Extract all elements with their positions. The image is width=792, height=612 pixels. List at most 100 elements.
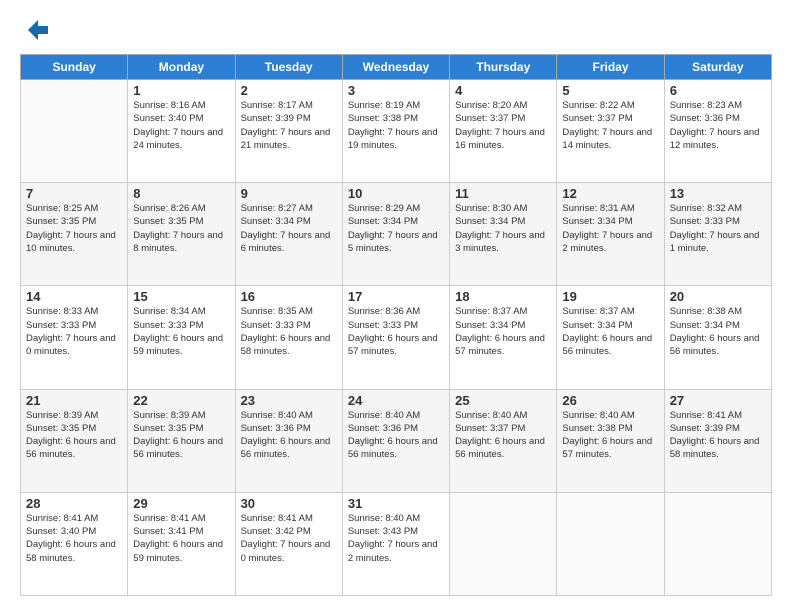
sunrise-info: Sunrise: 8:32 AM	[670, 203, 742, 214]
sunset-info: Sunset: 3:36 PM	[670, 113, 740, 124]
logo	[20, 16, 52, 44]
day-info: Sunrise: 8:27 AMSunset: 3:34 PMDaylight:…	[241, 202, 337, 255]
sunset-info: Sunset: 3:41 PM	[133, 526, 203, 537]
sunrise-info: Sunrise: 8:40 AM	[348, 410, 420, 421]
sunset-info: Sunset: 3:33 PM	[133, 320, 203, 331]
sunset-info: Sunset: 3:37 PM	[455, 113, 525, 124]
daylight-info: Daylight: 6 hours and 58 minutes.	[241, 333, 331, 357]
sunrise-info: Sunrise: 8:37 AM	[562, 306, 634, 317]
daylight-info: Daylight: 6 hours and 57 minutes.	[455, 333, 545, 357]
day-number: 19	[562, 289, 658, 304]
calendar-cell: 16Sunrise: 8:35 AMSunset: 3:33 PMDayligh…	[235, 286, 342, 389]
sunset-info: Sunset: 3:33 PM	[348, 320, 418, 331]
calendar-cell: 22Sunrise: 8:39 AMSunset: 3:35 PMDayligh…	[128, 389, 235, 492]
day-info: Sunrise: 8:33 AMSunset: 3:33 PMDaylight:…	[26, 305, 122, 358]
sunrise-info: Sunrise: 8:37 AM	[455, 306, 527, 317]
daylight-info: Daylight: 6 hours and 59 minutes.	[133, 333, 223, 357]
calendar-cell	[21, 80, 128, 183]
sunset-info: Sunset: 3:34 PM	[348, 216, 418, 227]
day-info: Sunrise: 8:32 AMSunset: 3:33 PMDaylight:…	[670, 202, 766, 255]
sunrise-info: Sunrise: 8:26 AM	[133, 203, 205, 214]
day-info: Sunrise: 8:40 AM Sunset: 3:36 PM Daylight:…	[348, 409, 444, 462]
daylight-info: Daylight: 7 hours and 19 minutes.	[348, 127, 438, 151]
calendar-cell: 6Sunrise: 8:23 AMSunset: 3:36 PMDaylight…	[664, 80, 771, 183]
day-number: 31	[348, 496, 444, 511]
sunset-info: Sunset: 3:40 PM	[133, 113, 203, 124]
day-number: 23	[241, 393, 337, 408]
day-number: 26	[562, 393, 658, 408]
sunset-info: Sunset: 3:39 PM	[670, 423, 740, 434]
day-info: Sunrise: 8:40 AMSunset: 3:43 PMDaylight:…	[348, 512, 444, 565]
sunrise-info: Sunrise: 8:40 AM	[348, 513, 420, 524]
day-info: Sunrise: 8:39 AMSunset: 3:35 PMDaylight:…	[133, 409, 229, 462]
calendar-cell: 13Sunrise: 8:32 AMSunset: 3:33 PMDayligh…	[664, 183, 771, 286]
calendar-cell: 12Sunrise: 8:31 AMSunset: 3:34 PMDayligh…	[557, 183, 664, 286]
day-number: 28	[26, 496, 122, 511]
day-number: 8	[133, 186, 229, 201]
sunset-info: Sunset: 3:34 PM	[670, 320, 740, 331]
daylight-info: Daylight: 6 hours and 58 minutes.	[26, 539, 116, 563]
sunrise-info: Sunrise: 8:16 AM	[133, 100, 205, 111]
weekday-header: Friday	[557, 55, 664, 80]
sunset-info: Sunset: 3:33 PM	[26, 320, 96, 331]
sunset-info: Sunset: 3:38 PM	[348, 113, 418, 124]
sunrise-info: Sunrise: 8:40 AM	[562, 410, 634, 421]
day-info: Sunrise: 8:26 AMSunset: 3:35 PMDaylight:…	[133, 202, 229, 255]
calendar-cell: 11Sunrise: 8:30 AMSunset: 3:34 PMDayligh…	[450, 183, 557, 286]
day-info: Sunrise: 8:22 AMSunset: 3:37 PMDaylight:…	[562, 99, 658, 152]
daylight-info: Daylight: 6 hours and 56 minutes.	[455, 436, 545, 460]
calendar-week-row: 7Sunrise: 8:25 AMSunset: 3:35 PMDaylight…	[21, 183, 772, 286]
daylight-info: Daylight: 7 hours and 0 minutes.	[26, 333, 116, 357]
day-number: 24	[348, 393, 444, 408]
sunrise-info: Sunrise: 8:19 AM	[348, 100, 420, 111]
calendar-week-row: 28 Sunrise: 8:41 AM Sunset: 3:40 PM Dayligh…	[21, 492, 772, 595]
calendar-cell: 25Sunrise: 8:40 AMSunset: 3:37 PMDayligh…	[450, 389, 557, 492]
day-number: 21	[26, 393, 122, 408]
sunrise-info: Sunrise: 8:25 AM	[26, 203, 98, 214]
day-number: 10	[348, 186, 444, 201]
day-info: Sunrise: 8:19 AM Sunset: 3:38 PM Daylight:…	[348, 99, 444, 152]
sunrise-info: Sunrise: 8:34 AM	[133, 306, 205, 317]
day-info: Sunrise: 8:40 AMSunset: 3:36 PMDaylight:…	[241, 409, 337, 462]
day-number: 4	[455, 83, 551, 98]
sunset-info: Sunset: 3:35 PM	[26, 216, 96, 227]
day-number: 27	[670, 393, 766, 408]
daylight-info: Daylight: 6 hours and 56 minutes.	[26, 436, 116, 460]
daylight-info: Daylight: 6 hours and 58 minutes.	[670, 436, 760, 460]
sunrise-info: Sunrise: 8:41 AM	[241, 513, 313, 524]
day-info: Sunrise: 8:23 AMSunset: 3:36 PMDaylight:…	[670, 99, 766, 152]
daylight-info: Daylight: 6 hours and 56 minutes.	[348, 436, 438, 460]
day-info: Sunrise: 8:25 AMSunset: 3:35 PMDaylight:…	[26, 202, 122, 255]
sunrise-info: Sunrise: 8:39 AM	[133, 410, 205, 421]
daylight-info: Daylight: 7 hours and 21 minutes.	[241, 127, 331, 151]
calendar-cell: 27Sunrise: 8:41 AMSunset: 3:39 PMDayligh…	[664, 389, 771, 492]
day-number: 11	[455, 186, 551, 201]
day-info: Sunrise: 8:41 AMSunset: 3:42 PMDaylight:…	[241, 512, 337, 565]
day-info: Sunrise: 8:31 AMSunset: 3:34 PMDaylight:…	[562, 202, 658, 255]
calendar-cell: 29Sunrise: 8:41 AMSunset: 3:41 PMDayligh…	[128, 492, 235, 595]
sunrise-info: Sunrise: 8:36 AM	[348, 306, 420, 317]
sunset-info: Sunset: 3:34 PM	[241, 216, 311, 227]
day-info: Sunrise: 8:30 AMSunset: 3:34 PMDaylight:…	[455, 202, 551, 255]
day-number: 20	[670, 289, 766, 304]
sunset-info: Sunset: 3:36 PM	[348, 423, 418, 434]
daylight-info: Daylight: 7 hours and 2 minutes.	[562, 230, 652, 254]
sunrise-info: Sunrise: 8:27 AM	[241, 203, 313, 214]
daylight-info: Daylight: 7 hours and 0 minutes.	[241, 539, 331, 563]
day-info: Sunrise: 8:36 AMSunset: 3:33 PMDaylight:…	[348, 305, 444, 358]
day-info: Sunrise: 8:34 AM Sunset: 3:33 PM Daylight:…	[133, 305, 229, 358]
weekday-header: Sunday	[21, 55, 128, 80]
sunset-info: Sunset: 3:34 PM	[455, 320, 525, 331]
calendar-cell: 1Sunrise: 8:16 AMSunset: 3:40 PMDaylight…	[128, 80, 235, 183]
daylight-info: Daylight: 7 hours and 24 minutes.	[133, 127, 223, 151]
day-info: Sunrise: 8:38 AMSunset: 3:34 PMDaylight:…	[670, 305, 766, 358]
sunrise-info: Sunrise: 8:22 AM	[562, 100, 634, 111]
sunrise-info: Sunrise: 8:40 AM	[455, 410, 527, 421]
weekday-header-row: SundayMondayTuesdayWednesdayThursdayFrid…	[21, 55, 772, 80]
calendar-week-row: 21 Sunrise: 8:39 AMSunset: 3:35 PMDayligh…	[21, 389, 772, 492]
calendar-cell: 30Sunrise: 8:41 AMSunset: 3:42 PMDayligh…	[235, 492, 342, 595]
calendar-cell: 19Sunrise: 8:37 AMSunset: 3:34 PMDayligh…	[557, 286, 664, 389]
sunset-info: Sunset: 3:34 PM	[562, 216, 632, 227]
sunset-info: Sunset: 3:40 PM	[26, 526, 96, 537]
sunrise-info: Sunrise: 8:39 AM	[26, 410, 98, 421]
